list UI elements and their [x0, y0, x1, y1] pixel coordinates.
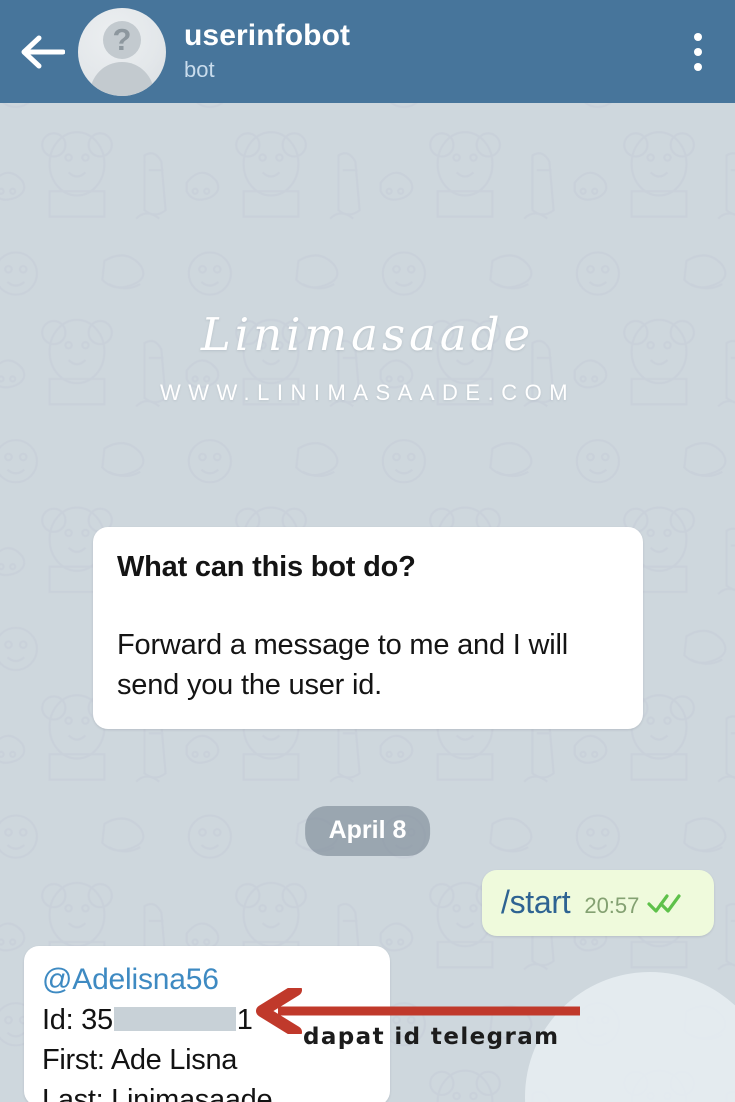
message-bubble-incoming-intro[interactable]: What can this bot do? Forward a message …: [93, 527, 643, 729]
userinfo-first-row: First: Ade Lisna: [42, 1040, 372, 1080]
avatar-question-mark: ?: [112, 21, 132, 57]
header-title-group[interactable]: userinfobot bot: [184, 19, 661, 85]
chat-title: userinfobot: [184, 18, 351, 52]
userinfo-last-value: Linimasaade: [111, 1084, 273, 1102]
outgoing-message-time: 20:57: [584, 893, 640, 918]
intro-title: What can this bot do?: [117, 551, 416, 583]
userinfo-first-value: Ade Lisna: [110, 1044, 238, 1076]
date-separator: April 8: [304, 806, 431, 856]
chat-header: ? userinfobot bot: [0, 0, 735, 103]
userinfo-last-row: Last: Linimasaade: [42, 1080, 372, 1102]
userinfo-last-label: Last:: [42, 1084, 104, 1102]
userinfo-first-label: First:: [42, 1044, 105, 1076]
menu-dot: [694, 32, 702, 41]
double-check-icon: [647, 893, 681, 918]
bot-avatar-placeholder-icon[interactable]: ?: [78, 7, 166, 96]
message-list: What can this bot do? Forward a message …: [0, 103, 735, 1102]
userinfo-id-prefix: 35: [81, 1004, 113, 1036]
overflow-menu-icon[interactable]: [661, 0, 735, 103]
intro-body: Forward a message to me and I will send …: [117, 629, 568, 701]
telegram-chat-screen: Linimasaade WWW.LINIMASAADE.COM What can…: [0, 0, 735, 1102]
message-bubble-outgoing-start[interactable]: /start 20:57: [482, 870, 714, 936]
menu-dot: [694, 62, 702, 71]
avatar-body-shape: [90, 61, 154, 96]
menu-dot: [694, 47, 702, 56]
userinfo-id-redaction: [113, 1007, 236, 1031]
userinfo-username[interactable]: @Adelisna56: [42, 960, 372, 1000]
userinfo-id-suffix: 1: [236, 1004, 253, 1036]
back-arrow-icon: [21, 35, 65, 68]
message-bubble-incoming-userinfo[interactable]: @Adelisna56 Id: 35 1 First: Ade Lisna Las…: [24, 946, 390, 1102]
back-button[interactable]: [0, 0, 84, 103]
userinfo-id-row: Id: 35 1: [42, 1000, 372, 1040]
userinfo-id-label: Id:: [42, 1004, 74, 1036]
outgoing-message-text: /start: [501, 884, 571, 920]
chat-subtitle: bot: [184, 56, 215, 82]
